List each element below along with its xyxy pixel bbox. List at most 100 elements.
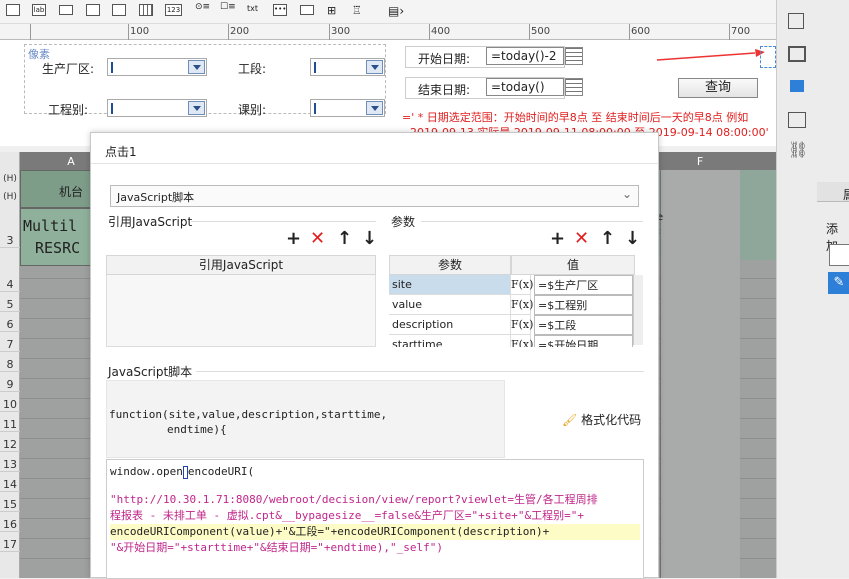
dept-label: 课别: xyxy=(238,103,267,117)
add-icon[interactable]: + xyxy=(550,230,565,248)
column-f-header[interactable]: F xyxy=(660,155,740,168)
grid-icon[interactable] xyxy=(139,4,153,16)
arrow-up-icon[interactable]: ↑ xyxy=(600,230,615,248)
list-icon[interactable] xyxy=(300,5,314,15)
calendar-icon[interactable] xyxy=(565,47,583,65)
horizontal-ruler: 100 200 300 400 500 600 700 xyxy=(0,24,776,40)
format-code-label: 格式化代码 xyxy=(581,413,642,427)
chevron-down-icon[interactable] xyxy=(366,101,383,115)
page-icon[interactable] xyxy=(829,244,849,266)
fx-icon[interactable]: F(x) xyxy=(511,275,533,295)
ruler-label: 400 xyxy=(431,26,451,37)
edit-icon[interactable]: ✎ xyxy=(828,272,849,294)
parameter-form: 像素 生产厂区: 工段: 工程别: 课别: 开始日期: =today()-2 结… xyxy=(0,40,776,146)
chevron-down-icon[interactable]: ⌄ xyxy=(622,187,632,201)
param-name[interactable]: site xyxy=(389,275,511,295)
code-editor[interactable]: window.open encodeURI( "http://10.30.1.71… xyxy=(106,459,644,579)
param-value[interactable]: =$开始日期 xyxy=(534,335,633,347)
brush-icon: 🖌 xyxy=(562,413,578,427)
end-date-field[interactable]: =today() xyxy=(486,78,564,96)
tree-icon[interactable]: ♖ xyxy=(352,4,366,17)
row-header[interactable]: 3 xyxy=(0,234,20,248)
selected-widget[interactable] xyxy=(760,46,776,68)
row-header[interactable]: 11 xyxy=(0,418,20,432)
code-token: encodeURI( xyxy=(187,465,255,478)
checkbox-group-icon[interactable]: ☐≡ xyxy=(220,3,236,16)
button-icon[interactable] xyxy=(59,5,73,15)
fx-icon[interactable]: F(x) xyxy=(511,335,533,347)
calendar-icon[interactable] xyxy=(565,78,583,96)
dept-combobox[interactable] xyxy=(310,99,385,117)
chevron-down-icon[interactable] xyxy=(188,101,205,115)
arrow-up-icon[interactable]: ↑ xyxy=(337,230,352,248)
ref-js-list[interactable] xyxy=(106,275,376,347)
arrow-down-icon[interactable]: ↓ xyxy=(625,230,640,248)
ruler-label: 100 xyxy=(130,26,150,37)
function-signature-line: endtime){ xyxy=(167,423,227,436)
add-icon[interactable]: + xyxy=(286,230,301,248)
row-header[interactable]: 16 xyxy=(0,518,20,532)
param-value[interactable]: =$工段 xyxy=(534,315,633,335)
fx-icon[interactable]: F(x) xyxy=(511,295,533,315)
params-col-param: 参数 xyxy=(389,255,511,275)
chevron-down-icon[interactable] xyxy=(790,80,804,92)
row-header[interactable]: 12 xyxy=(0,438,20,452)
chevron-down-icon[interactable] xyxy=(366,60,383,74)
fx-icon[interactable]: F(x) xyxy=(511,315,533,335)
row-header[interactable]: 7 xyxy=(0,338,20,352)
ref-js-header: 引用JavaScript xyxy=(106,255,376,275)
param-name[interactable]: value xyxy=(389,295,511,315)
combobox-icon[interactable] xyxy=(86,4,100,16)
eng-type-combobox[interactable] xyxy=(107,99,207,117)
format-code-button[interactable]: 🖌 格式化代码 xyxy=(562,411,641,428)
chevron-down-icon[interactable] xyxy=(188,60,205,74)
row-header[interactable]: 4 xyxy=(0,278,20,292)
start-date-field[interactable]: =today()-2 xyxy=(486,47,564,65)
row-header-h: (H) xyxy=(3,192,17,202)
layers-icon[interactable] xyxy=(788,112,806,128)
label-icon[interactable]: lab xyxy=(32,4,46,16)
plant-area-combobox[interactable] xyxy=(107,58,207,76)
row-header[interactable]: 13 xyxy=(0,458,20,472)
row-header[interactable]: 9 xyxy=(0,378,20,392)
row-header[interactable]: 10 xyxy=(0,398,20,412)
code-line: encodeURIComponent(value)+"&工段="+encodeU… xyxy=(110,524,640,540)
plant-area-label: 生产厂区: xyxy=(42,62,95,76)
row-header[interactable]: 8 xyxy=(0,358,20,372)
panel-tab-label[interactable]: 属 xyxy=(843,186,849,203)
ref-js-section-title: 引用JavaScript xyxy=(108,215,193,229)
param-value[interactable]: =$生产厂区 xyxy=(534,275,633,295)
eng-type-label: 工程别: xyxy=(48,103,89,117)
param-name[interactable]: description xyxy=(389,315,511,335)
right-side-panel: ⛓ 属 添加 ✎ xyxy=(776,0,849,578)
arrow-down-icon[interactable]: ↓ xyxy=(362,230,377,248)
event-dialog: 点击1 JavaScript脚本 ⌄ 引用JavaScript + ✕ ↑ ↓ … xyxy=(90,132,659,579)
row-header[interactable]: 15 xyxy=(0,498,20,512)
param-value[interactable]: =$工程别 xyxy=(534,295,633,315)
param-name[interactable]: starttime xyxy=(389,335,511,347)
frame-icon[interactable] xyxy=(788,46,806,62)
tree-icon[interactable]: ⊞ xyxy=(327,4,341,17)
row-header[interactable]: 14 xyxy=(0,478,20,492)
text-icon[interactable]: txt xyxy=(247,4,261,16)
datepicker-icon[interactable] xyxy=(112,4,126,16)
password-icon[interactable]: ••• xyxy=(273,4,287,16)
delete-icon[interactable]: ✕ xyxy=(574,230,589,248)
function-signature-line: function(site,value,description,starttim… xyxy=(109,408,388,421)
row-header[interactable]: 6 xyxy=(0,318,20,332)
start-date-label: 开始日期: xyxy=(418,52,471,66)
query-button[interactable]: 查询 xyxy=(678,78,758,98)
number-icon[interactable]: 123 xyxy=(165,4,182,16)
type-select[interactable]: JavaScript脚本 ⌄ xyxy=(110,185,639,207)
section-combobox[interactable] xyxy=(310,58,385,76)
textbox-icon[interactable] xyxy=(6,4,20,16)
params-section-title: 参数 xyxy=(391,215,416,229)
row-header[interactable]: 5 xyxy=(0,298,20,312)
link-icon[interactable]: ⛓ xyxy=(788,140,808,159)
widget-settings-icon[interactable] xyxy=(788,13,804,29)
end-date-value: =today() xyxy=(491,80,545,94)
delete-icon[interactable]: ✕ xyxy=(310,230,325,248)
radio-group-icon[interactable]: ⊙≡ xyxy=(195,3,210,16)
arrow-icon[interactable]: ▤› xyxy=(388,4,404,18)
row-header[interactable]: 17 xyxy=(0,538,20,552)
